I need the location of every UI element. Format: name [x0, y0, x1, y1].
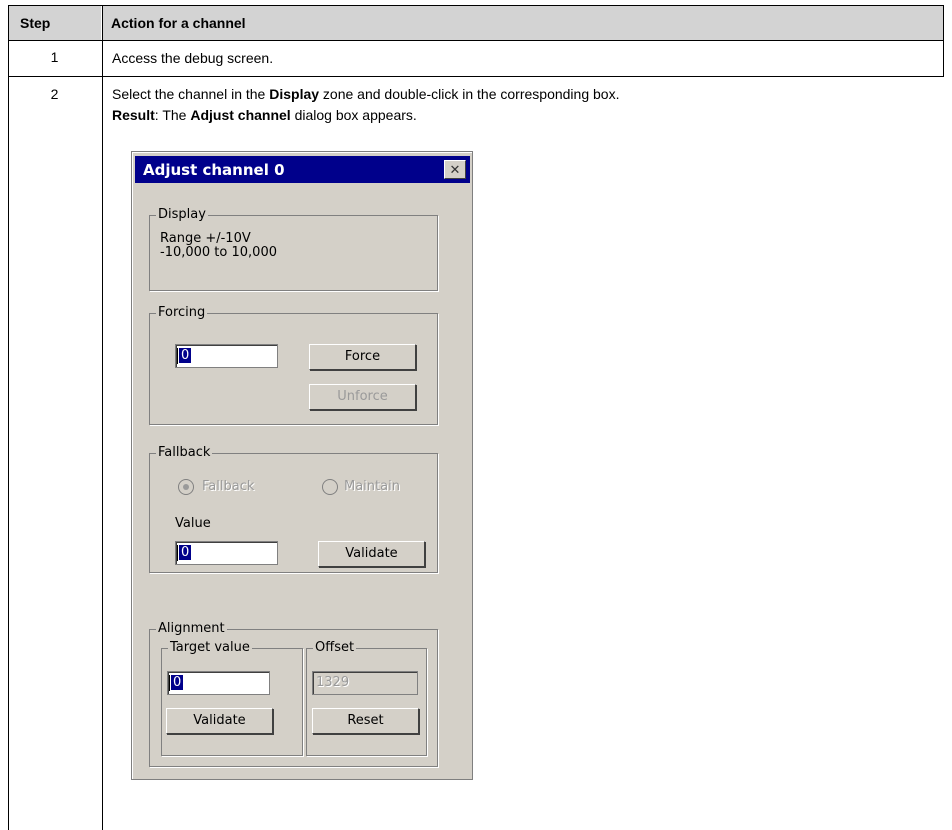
header-action-label: Action for a channel	[111, 15, 246, 31]
display-span: -10,000 to 10,000	[160, 245, 277, 260]
row2-line2-mid: : The	[154, 107, 191, 123]
row1-step: 1	[50, 49, 59, 65]
forcing-group-label: Forcing	[156, 305, 208, 320]
reset-button[interactable]: Reset	[312, 708, 419, 734]
target-value-group: Target value 0 Validate	[161, 640, 303, 756]
text-caret	[169, 675, 170, 691]
row2-line2-keyword: Adjust channel	[190, 107, 291, 123]
offset-label: Offset	[313, 640, 357, 655]
row2-line1-keyword: Display	[269, 86, 320, 102]
offset-value: 1329	[316, 675, 350, 690]
text-caret	[177, 545, 178, 561]
row2-line2: Result: The Adjust channel dialog box ap…	[112, 105, 417, 125]
fallback-selected-value: 0	[179, 545, 192, 560]
maintain-radio[interactable]	[322, 479, 338, 495]
table-border-row1	[8, 76, 944, 77]
table-border-left	[8, 5, 9, 830]
fallback-value-label: Value	[175, 516, 211, 531]
forcing-selected-value: 0	[179, 348, 192, 363]
forcing-value-text: 0	[179, 348, 192, 363]
header-action: Action for a channel	[103, 6, 943, 40]
close-button[interactable]: ✕	[444, 160, 466, 179]
display-group-label: Display	[156, 207, 208, 222]
text-caret	[177, 348, 178, 364]
alignment-group: Alignment Target value 0 Validate Offset…	[149, 621, 438, 767]
table-border-header	[8, 40, 944, 41]
table-border-top	[8, 5, 944, 6]
fallback-radio[interactable]	[178, 479, 194, 495]
display-range: Range +/-10V	[160, 231, 251, 246]
alignment-validate-button[interactable]: Validate	[166, 708, 273, 734]
offset-group: Offset 1329 Reset	[306, 640, 427, 756]
forcing-value-input[interactable]: 0	[175, 344, 278, 368]
display-group: Display Range +/-10V -10,000 to 10,000	[149, 207, 438, 291]
force-button[interactable]: Force	[309, 344, 416, 370]
row2-line1: Select the channel in the Display zone a…	[112, 84, 619, 104]
maintain-radio-label: Maintain	[344, 479, 400, 494]
target-value-text: 0	[171, 675, 184, 690]
row1-text: Access the debug screen.	[112, 50, 274, 66]
dialog-titlebar: Adjust channel 0 ✕	[135, 156, 470, 183]
radio-dot	[183, 484, 189, 490]
fallback-group: Fallback Fallback Maintain Value 0 Valid…	[149, 445, 438, 573]
fallback-value-text: 0	[179, 545, 192, 560]
row2-line1-pre: Select the channel in the	[112, 86, 270, 102]
dialog-title: Adjust channel 0	[143, 161, 285, 179]
fallback-group-label: Fallback	[156, 445, 213, 460]
row2-line2-post: dialog box appears.	[290, 107, 417, 123]
fallback-value-input[interactable]: 0	[175, 541, 278, 565]
fallback-radio-label: Fallback	[202, 479, 255, 494]
alignment-group-label: Alignment	[156, 621, 227, 636]
table-border-right-top	[943, 5, 944, 77]
header-step-label: Step	[20, 15, 51, 31]
close-icon: ✕	[449, 162, 461, 177]
row2-line1-post: zone and double-click in the correspondi…	[319, 86, 620, 102]
table-border-mid	[102, 5, 103, 830]
adjust-channel-dialog: Adjust channel 0 ✕ Display Range +/-10V …	[131, 151, 473, 780]
row2-result-keyword: Result	[112, 107, 155, 123]
header-step: Step	[8, 6, 101, 40]
target-value-label: Target value	[168, 640, 252, 655]
row2-step: 2	[50, 86, 59, 102]
unforce-button[interactable]: Unforce	[309, 384, 416, 410]
target-value-input[interactable]: 0	[167, 671, 270, 695]
offset-input[interactable]: 1329	[312, 671, 418, 695]
fallback-validate-button[interactable]: Validate	[318, 541, 425, 567]
forcing-group: Forcing 0 Force Unforce	[149, 305, 438, 425]
target-selected-value: 0	[171, 675, 184, 690]
